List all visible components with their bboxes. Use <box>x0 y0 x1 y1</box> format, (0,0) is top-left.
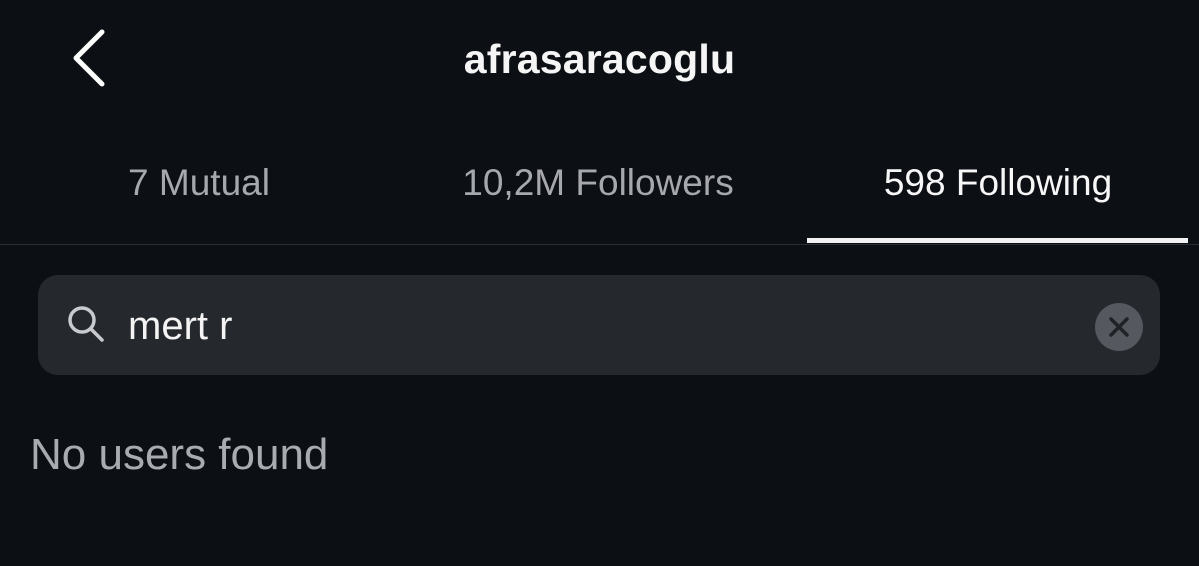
profile-username-title: afrasaracoglu <box>463 36 736 82</box>
follow-tabs: 7 Mutual 10,2M Followers 598 Following <box>0 140 1199 245</box>
clear-search-button[interactable] <box>1095 303 1143 351</box>
tab-followers-label: 10,2M Followers <box>462 162 734 203</box>
tab-following[interactable]: 598 Following <box>808 140 1188 244</box>
tab-followers[interactable]: 10,2M Followers <box>398 140 798 244</box>
active-tab-indicator <box>807 238 1188 243</box>
header-bar: afrasaracoglu <box>0 0 1199 120</box>
tab-mutual[interactable]: 7 Mutual <box>0 140 398 244</box>
tab-following-label: 598 Following <box>883 162 1113 203</box>
no-results-message: No users found <box>30 430 329 479</box>
clear-icon <box>1109 317 1129 337</box>
tab-mutual-label: 7 Mutual <box>128 162 270 203</box>
search-input[interactable] <box>128 296 1028 356</box>
search-icon <box>68 306 104 342</box>
